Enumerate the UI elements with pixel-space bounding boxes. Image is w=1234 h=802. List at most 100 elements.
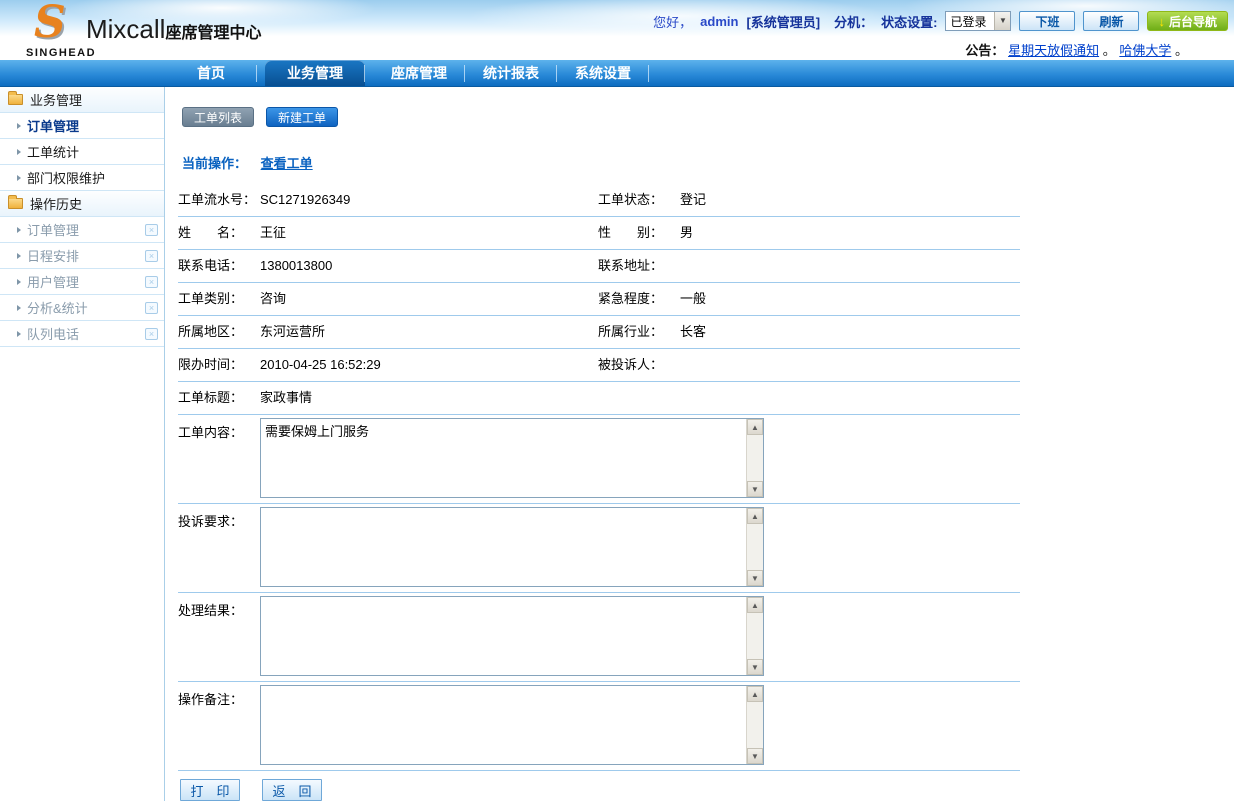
page-body: 业务管理 订单管理 工单统计 部门权限维护 操作历史 订单管理 × 日程安排 × (0, 87, 1234, 801)
field-value-title: 家政事情 (260, 382, 1020, 414)
scrollbar[interactable]: ▲ ▼ (746, 597, 763, 675)
back-button[interactable]: 返 回 (262, 779, 322, 801)
processing-result-textarea[interactable] (261, 597, 746, 675)
popup-window-icon[interactable]: × (145, 328, 158, 340)
scroll-up-icon[interactable]: ▲ (747, 686, 763, 702)
field-value-status: 登记 (680, 184, 1020, 216)
notice-separator: 。 (1103, 43, 1116, 58)
breadcrumb: 当前操作： 查看工单 (182, 153, 1234, 172)
sidebar-item-label: 日程安排 (27, 246, 79, 265)
notice-link-harvard[interactable]: 哈佛大学 (1119, 43, 1171, 58)
scroll-down-icon[interactable]: ▼ (747, 570, 763, 586)
form-row-deadline-complainee: 限办时间： 2010-04-25 16:52:29 被投诉人： (178, 349, 1020, 382)
nav-tab-seats[interactable]: 座席管理 (373, 60, 465, 86)
scroll-up-icon[interactable]: ▲ (747, 419, 763, 435)
status-select[interactable]: 已登录 ▼ (945, 11, 1011, 31)
scrollbar[interactable]: ▲ ▼ (746, 508, 763, 586)
field-label-status: 工单状态： (598, 184, 680, 216)
backend-nav-button[interactable]: ↓ 后台导航 (1147, 11, 1228, 31)
sidebar-group-label: 业务管理 (30, 90, 82, 109)
breadcrumb-value: 查看工单 (261, 156, 313, 171)
popup-window-icon[interactable]: × (145, 224, 158, 236)
sidebar-item-workorder-stats[interactable]: 工单统计 (0, 139, 164, 165)
arrow-right-icon (17, 331, 21, 337)
username: admin (700, 14, 738, 29)
field-label-deadline: 限办时间： (178, 349, 260, 381)
sidebar-item-order-mgmt[interactable]: 订单管理 (0, 113, 164, 139)
sidebar-item-user-mgmt[interactable]: 用户管理 × (0, 269, 164, 295)
content-textarea-box: 需要保姆上门服务 ▲ ▼ (260, 418, 764, 498)
field-value-category: 咨询 (260, 283, 598, 315)
brand-text: SINGHEAD (26, 47, 96, 59)
scroll-down-icon[interactable]: ▼ (747, 748, 763, 764)
field-value-address (680, 250, 1020, 282)
remarks-textarea-box: ▲ ▼ (260, 685, 764, 765)
print-button[interactable]: 打 印 (180, 779, 240, 801)
field-label-content: 工单内容： (178, 418, 260, 498)
workorder-list-button[interactable]: 工单列表 (182, 107, 254, 127)
offwork-button[interactable]: 下班 (1019, 11, 1075, 31)
backend-nav-label: 后台导航 (1169, 13, 1217, 30)
scroll-up-icon[interactable]: ▲ (747, 508, 763, 524)
workorder-content-textarea[interactable]: 需要保姆上门服务 (261, 419, 746, 497)
field-value-urgency: 一般 (680, 283, 1020, 315)
scrollbar[interactable]: ▲ ▼ (746, 419, 763, 497)
scrollbar[interactable]: ▲ ▼ (746, 686, 763, 764)
field-value-region: 东河运营所 (260, 316, 598, 348)
sidebar-item-label: 用户管理 (27, 272, 79, 291)
popup-window-icon[interactable]: × (145, 302, 158, 314)
field-label-gender: 性 别： (598, 217, 680, 249)
complaint-request-textarea-box: ▲ ▼ (260, 507, 764, 587)
field-value-serial: SC1271926349 (260, 184, 598, 216)
user-role: [系统管理员] (746, 12, 820, 31)
field-label-title: 工单标题： (178, 382, 260, 414)
sidebar-group-label: 操作历史 (30, 194, 82, 213)
sidebar-item-label: 部门权限维护 (27, 168, 105, 187)
sidebar-item-order-mgmt-history[interactable]: 订单管理 × (0, 217, 164, 243)
arrow-right-icon (17, 253, 21, 259)
sidebar-item-label: 队列电话 (27, 324, 79, 343)
field-value-phone: 1380013800 (260, 250, 598, 282)
user-bar: 您好， admin [系统管理员] 分机： 状态设置: 已登录 ▼ 下班 刷新 … (653, 11, 1228, 31)
notice-label: 公告： (965, 43, 1004, 58)
singhead-logo-icon: S (34, 0, 66, 46)
folder-icon (8, 94, 23, 105)
app-header: S SINGHEAD Mixcall座席管理中心 您好， admin [系统管理… (0, 0, 1234, 60)
complaint-request-textarea[interactable] (261, 508, 746, 586)
field-label-serial: 工单流水号： (178, 184, 260, 216)
sidebar-item-label: 订单管理 (27, 220, 79, 239)
arrow-right-icon (17, 149, 21, 155)
scroll-down-icon[interactable]: ▼ (747, 481, 763, 497)
result-textarea-box: ▲ ▼ (260, 596, 764, 676)
sidebar-item-dept-permissions[interactable]: 部门权限维护 (0, 165, 164, 191)
nav-tab-home[interactable]: 首页 (165, 60, 257, 86)
popup-window-icon[interactable]: × (145, 276, 158, 288)
nav-tab-reports[interactable]: 统计报表 (465, 60, 557, 86)
scroll-up-icon[interactable]: ▲ (747, 597, 763, 613)
nav-tab-business[interactable]: 业务管理 (265, 60, 365, 86)
field-label-category: 工单类别： (178, 283, 260, 315)
arrow-right-icon (17, 175, 21, 181)
sidebar-group-history[interactable]: 操作历史 (0, 191, 164, 217)
operation-remarks-textarea[interactable] (261, 686, 746, 764)
field-value-complainee (680, 349, 1020, 381)
sidebar-item-schedule[interactable]: 日程安排 × (0, 243, 164, 269)
form-row-content: 工单内容： 需要保姆上门服务 ▲ ▼ (178, 415, 1020, 504)
sidebar-item-analysis-stats[interactable]: 分析&统计 × (0, 295, 164, 321)
toolbar: 工单列表 新建工单 (182, 107, 1234, 127)
scroll-down-icon[interactable]: ▼ (747, 659, 763, 675)
sidebar-group-business[interactable]: 业务管理 (0, 87, 164, 113)
form-row-remarks: 操作备注： ▲ ▼ (178, 682, 1020, 771)
field-label-name: 姓 名： (178, 217, 260, 249)
notice-separator: 。 (1175, 43, 1188, 58)
form-row-result: 处理结果： ▲ ▼ (178, 593, 1020, 682)
popup-window-icon[interactable]: × (145, 250, 158, 262)
main-content: 工单列表 新建工单 当前操作： 查看工单 工单流水号： SC1271926349… (165, 87, 1234, 801)
new-workorder-button[interactable]: 新建工单 (266, 107, 338, 127)
app-title: Mixcall座席管理中心 (86, 14, 261, 45)
notice-link-holiday[interactable]: 星期天放假通知 (1008, 43, 1099, 58)
form-row-title: 工单标题： 家政事情 (178, 382, 1020, 415)
refresh-button[interactable]: 刷新 (1083, 11, 1139, 31)
sidebar-item-queue-calls[interactable]: 队列电话 × (0, 321, 164, 347)
nav-tab-settings[interactable]: 系统设置 (557, 60, 649, 86)
